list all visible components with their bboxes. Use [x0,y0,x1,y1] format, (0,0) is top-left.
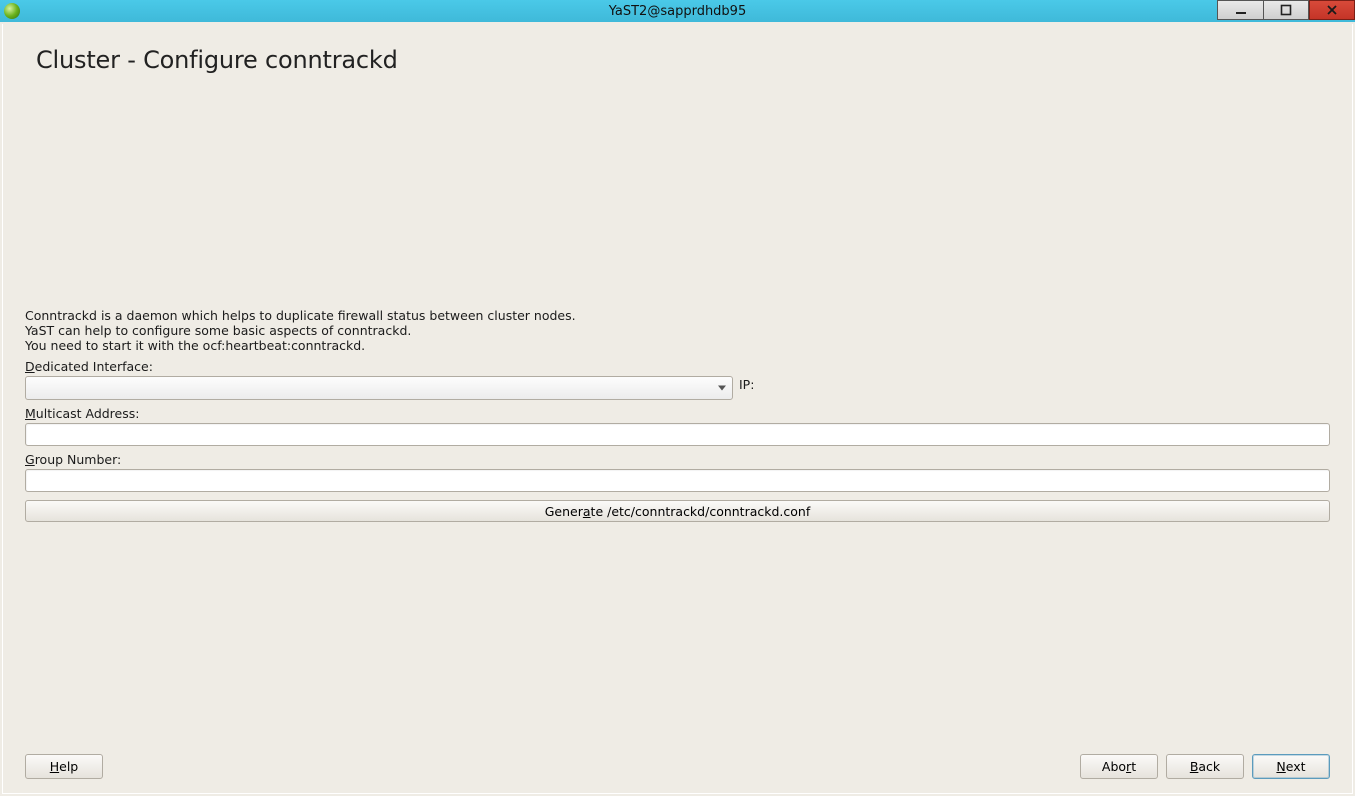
minimize-icon [1235,4,1247,16]
content-area: Cluster - Configure conntrackd Conntrack… [2,24,1353,794]
help-button[interactable]: Help [25,754,103,779]
window-controls [1217,0,1355,20]
close-icon [1326,4,1338,16]
multicast-address-input[interactable] [25,423,1330,446]
titlebar: YaST2@sapprdhdb95 [0,0,1355,22]
description-line-1: Conntrackd is a daemon which helps to du… [25,308,1330,323]
minimize-button[interactable] [1217,0,1263,20]
dedicated-interface-combo[interactable] [25,376,733,400]
maximize-button[interactable] [1263,0,1309,20]
description-line-3: You need to start it with the ocf:heartb… [25,338,1330,353]
chevron-down-icon [718,386,726,391]
abort-button[interactable]: Abort [1080,754,1158,779]
ip-label: IP: [739,377,754,392]
dedicated-interface-label: Dedicated Interface: [25,359,1330,374]
generate-conf-button[interactable]: Generate /etc/conntrackd/conntrackd.conf [25,500,1330,522]
group-number-input[interactable] [25,469,1330,492]
page-title: Cluster - Configure conntrackd [3,24,1352,86]
window-title: YaST2@sapprdhdb95 [0,4,1355,19]
multicast-address-label: Multicast Address: [25,406,1330,421]
group-number-label: Group Number: [25,452,1330,467]
back-button[interactable]: Back [1166,754,1244,779]
next-button[interactable]: Next [1252,754,1330,779]
wizard-button-bar: Help Abort Back Next [25,754,1330,779]
maximize-icon [1280,4,1292,16]
description-text: Conntrackd is a daemon which helps to du… [25,308,1330,353]
description-line-2: YaST can help to configure some basic as… [25,323,1330,338]
wizard-body: Conntrackd is a daemon which helps to du… [25,92,1330,745]
close-button[interactable] [1309,0,1355,20]
app-icon [4,3,20,19]
